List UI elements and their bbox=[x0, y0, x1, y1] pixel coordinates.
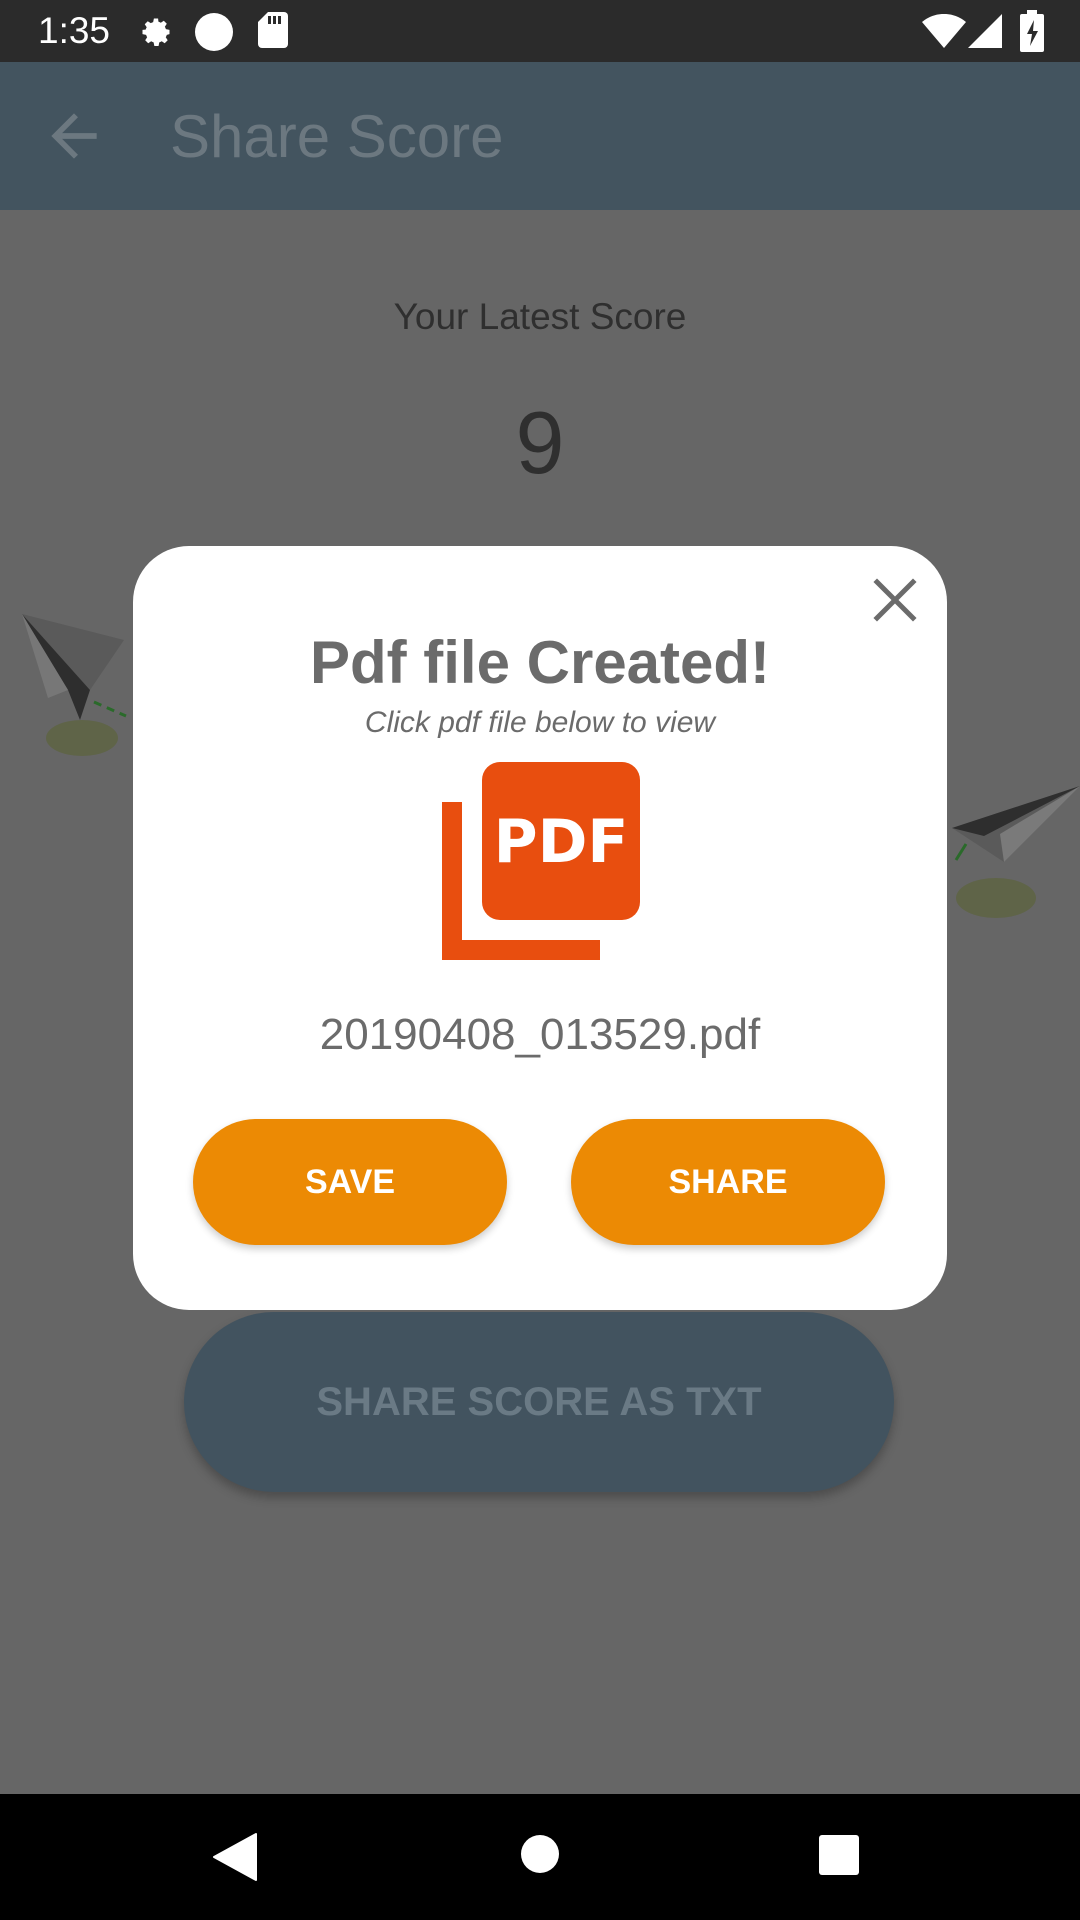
sd-card-icon bbox=[258, 12, 288, 53]
paper-plane-right-icon bbox=[944, 782, 1080, 927]
page-title: Share Score bbox=[170, 103, 504, 170]
back-triangle-icon[interactable] bbox=[212, 1832, 258, 1887]
pdf-file-name[interactable]: 20190408_013529.pdf bbox=[133, 1010, 947, 1060]
wifi-icon bbox=[922, 13, 966, 53]
latest-score-label: Your Latest Score bbox=[393, 296, 687, 337]
share-button[interactable]: SHARE bbox=[571, 1119, 885, 1245]
arrow-left-icon[interactable] bbox=[40, 102, 108, 170]
pdf-created-dialog: Pdf file Created! Click pdf file below t… bbox=[133, 546, 947, 1310]
navigation-bar bbox=[0, 1794, 1080, 1920]
circle-icon bbox=[194, 12, 234, 57]
signal-icon bbox=[968, 14, 1002, 53]
recents-square-icon[interactable] bbox=[818, 1834, 860, 1881]
status-bar: 1:35 bbox=[0, 0, 1080, 62]
home-circle-icon[interactable] bbox=[518, 1832, 562, 1881]
pdf-icon-label: PDF bbox=[494, 807, 629, 877]
share-score-as-txt-button[interactable]: SHARE SCORE AS TXT bbox=[184, 1312, 894, 1492]
close-icon[interactable] bbox=[865, 570, 925, 630]
score-value: 9 bbox=[515, 393, 565, 492]
dialog-title: Pdf file Created! bbox=[309, 629, 771, 696]
dialog-subtitle: Click pdf file below to view bbox=[364, 706, 716, 739]
paper-plane-left-icon bbox=[20, 610, 130, 765]
battery-charging-icon bbox=[1020, 10, 1044, 57]
gear-icon bbox=[138, 14, 174, 55]
save-button[interactable]: SAVE bbox=[193, 1119, 507, 1245]
app-bar: Share Score bbox=[0, 62, 1080, 210]
status-time: 1:35 bbox=[38, 10, 111, 51]
pdf-file-icon[interactable]: PDF bbox=[442, 762, 640, 960]
